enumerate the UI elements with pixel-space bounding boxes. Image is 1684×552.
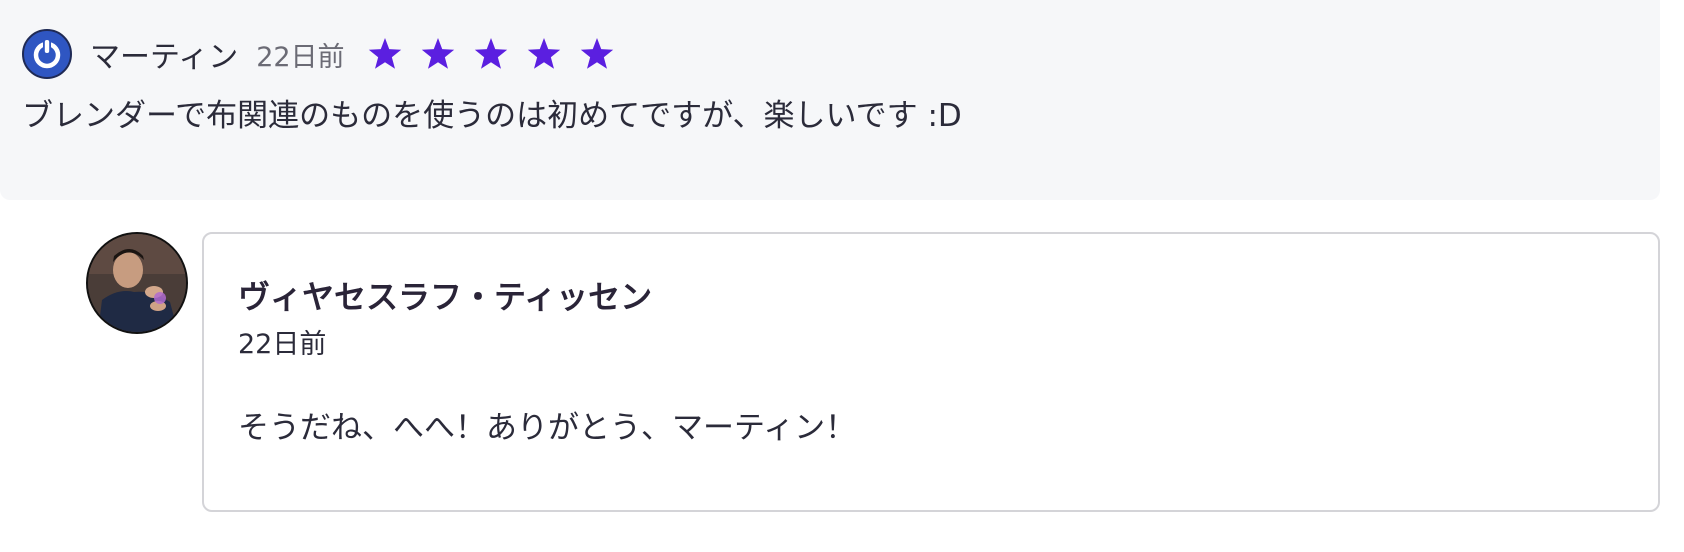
star-icon — [368, 38, 401, 69]
star-icon — [527, 38, 560, 69]
reviewer-name[interactable]: マーティン — [90, 32, 238, 76]
review-text: ブレンダーで布関連のものを使うのは初めてですが、楽しいです :D — [22, 98, 962, 134]
reply-author-name[interactable]: ヴィヤセスラフ・ティッセン — [238, 272, 652, 318]
review-date: 22日前 — [256, 41, 345, 73]
reviewer-avatar[interactable] — [22, 29, 72, 79]
star-icon — [421, 38, 454, 69]
star-rating — [367, 36, 615, 72]
review-header: マーティン 22日前 — [22, 28, 615, 80]
star-icon — [474, 38, 507, 69]
reply-text: そうだね、へへ！ありがとう、マーティン！ — [238, 410, 857, 446]
person-photo-icon — [88, 234, 186, 332]
star-icon — [580, 38, 613, 69]
reply-card: ヴィヤセスラフ・ティッセン 22日前 そうだね、へへ！ありがとう、マーティン！ — [202, 232, 1660, 512]
reply-date: 22日前 — [238, 329, 327, 360]
power-logo-icon — [33, 39, 61, 69]
reply-author-avatar[interactable] — [86, 232, 188, 334]
review-card: マーティン 22日前 ブレンダーで布関連のものを使うのは初めてですが、楽しいです… — [0, 0, 1660, 200]
